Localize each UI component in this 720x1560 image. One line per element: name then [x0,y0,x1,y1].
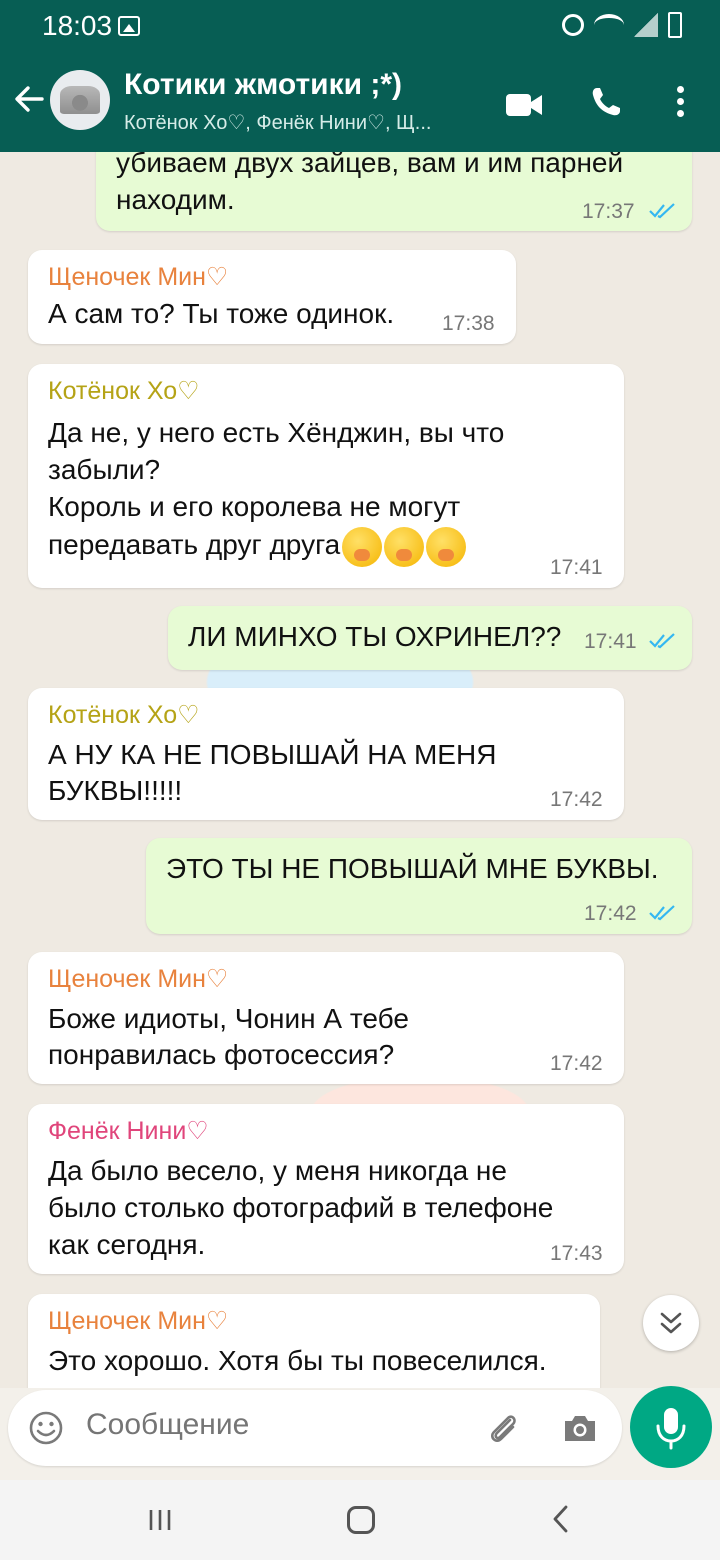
message-text: А сам то? Ты тоже одинок. [48,298,395,329]
sender-name: Фенёк Нини♡ [48,1117,209,1145]
read-ticks-icon [649,633,675,649]
arrow-left-icon[interactable] [12,82,46,116]
alarm-icon [562,14,584,36]
hand-over-mouth-emoji-icon [426,526,467,567]
message-text: как сегодня. [48,1229,206,1260]
message-outgoing[interactable]: ЭТО ТЫ НЕ ПОВЫШАЙ МНЕ БУКВЫ. 17:42 [146,838,692,934]
group-avatar[interactable] [50,70,110,130]
signal-icon [634,13,658,37]
status-time: 18:03 [42,10,113,41]
message-text: Да было весело, у меня никогда не [48,1155,507,1186]
system-back-icon[interactable] [550,1504,570,1534]
message-incoming[interactable]: Фенёк Нини♡ Да было весело, у меня никог… [28,1104,624,1274]
message-text: Король и его королева не могут [48,491,461,522]
message-text: Это хорошо. Хотя бы ты повеселился. [48,1345,547,1376]
message-text: убиваем двух зайцев, вам и им парней [116,152,624,178]
message-text: передавать друг друга [48,526,467,567]
message-text: А НУ КА НЕ ПОВЫШАЙ НА МЕНЯ [48,739,497,770]
message-text: находим. [116,184,235,215]
sender-name: Щеночек Мин♡ [48,263,229,291]
message-incoming[interactable]: Щеночек Мин♡ А сам то? Ты тоже одинок. 1… [28,250,516,344]
sender-name: Котёнок Хо♡ [48,701,200,729]
composer [8,1390,622,1466]
phone-icon[interactable] [590,86,622,118]
microphone-button[interactable] [630,1386,712,1468]
message-time: 17:41 [584,630,637,653]
message-incoming[interactable]: Щеночек Мин♡ Боже идиоты, Чонин А тебе п… [28,952,624,1084]
message-time: 17:41 [550,556,603,579]
home-icon[interactable] [347,1506,375,1534]
message-text: забыли? [48,454,161,485]
message-incoming[interactable]: Котёнок Хо♡ А НУ КА НЕ ПОВЫШАЙ НА МЕНЯ Б… [28,688,624,820]
chat-title[interactable]: Котики жмотики ;*) [124,68,402,102]
message-text: Да не, у него есть Хёнджин, вы что [48,417,505,448]
read-ticks-icon [649,905,675,921]
message-time: 17:42 [550,788,603,811]
message-time: 17:37 [582,200,635,223]
battery-icon [668,12,682,38]
video-call-icon[interactable] [505,92,543,118]
status-icons [562,12,682,38]
wifi-icon [594,14,624,36]
system-nav-bar [0,1480,720,1560]
message-time: 17:42 [550,1052,603,1075]
hand-over-mouth-emoji-icon [384,526,425,567]
message-text: БУКВЫ!!!!! [48,775,183,806]
scroll-to-bottom-button[interactable] [643,1295,699,1351]
message-outgoing[interactable]: ЛИ МИНХО ТЫ ОХРИНЕЛ?? 17:41 [168,606,692,670]
hand-over-mouth-emoji-icon [342,526,383,567]
sender-name: Котёнок Хо♡ [48,377,200,405]
double-chevron-down-icon [660,1312,682,1334]
message-input[interactable] [86,1408,466,1442]
message-incoming[interactable]: Котёнок Хо♡ Да не, у него есть Хёнджин, … [28,364,624,588]
gallery-notification-icon [118,16,140,36]
chat-header: Котики жмотики ;*) Котёнок Хо♡, Фенёк Ни… [0,52,720,152]
message-time: 17:38 [442,312,495,335]
recent-apps-icon[interactable] [148,1508,172,1532]
camera-icon[interactable] [562,1412,598,1444]
message-list[interactable]: убиваем двух зайцев, вам и им парней нах… [0,152,720,1388]
sender-name: Щеночек Мин♡ [48,965,229,993]
message-text: понравилась фотосессия? [48,1039,395,1070]
sender-name: Щеночек Мин♡ [48,1307,229,1335]
message-outgoing[interactable]: убиваем двух зайцев, вам и им парней нах… [96,152,692,231]
read-ticks-icon [649,203,675,219]
message-text: ЭТО ТЫ НЕ ПОВЫШАЙ МНЕ БУКВЫ. [166,853,659,884]
message-text: Боже идиоты, Чонин А тебе [48,1003,409,1034]
chat-members[interactable]: Котёнок Хо♡, Фенёк Нини♡, Щ... [124,110,484,135]
emoji-icon[interactable] [28,1410,64,1446]
message-text-part: передавать друг друга [48,529,341,560]
message-time: 17:43 [550,1242,603,1265]
message-text: было столько фотографий в телефоне [48,1192,554,1223]
message-incoming[interactable]: Щеночек Мин♡ Это хорошо. Хотя бы ты пове… [28,1294,600,1388]
microphone-icon [656,1408,686,1450]
message-time: 17:42 [584,902,637,925]
paperclip-icon[interactable] [486,1410,520,1446]
message-text: ЛИ МИНХО ТЫ ОХРИНЕЛ?? [188,621,562,652]
crown-icon [60,86,100,114]
status-bar: 18:03 [0,0,720,52]
more-vert-icon[interactable] [670,84,690,120]
